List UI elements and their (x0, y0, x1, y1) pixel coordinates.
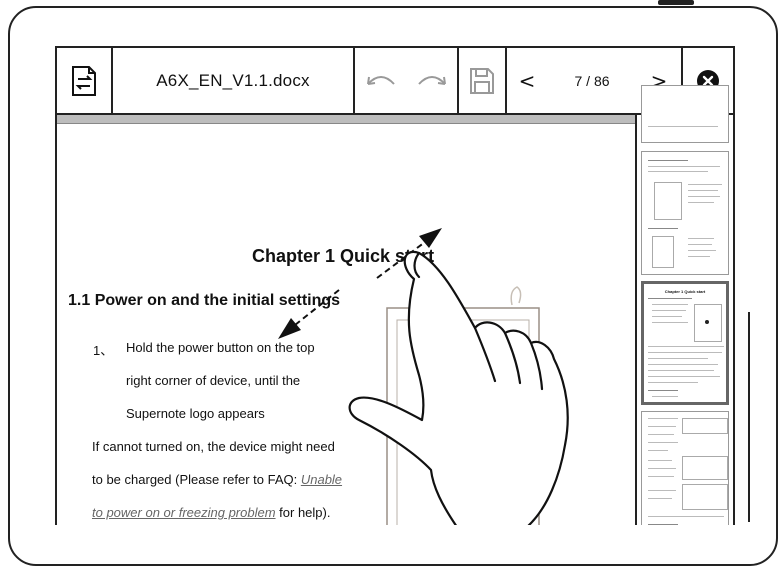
chapter-title: Chapter 1 Quick start (252, 246, 435, 266)
toolbar: A6X_EN_V1.1.docx < 7 / 86 > (57, 46, 733, 115)
page-indicator-cell[interactable]: 7 / 86 (547, 48, 637, 113)
device-side-edge (748, 312, 750, 522)
page-indicator: 7 / 86 (574, 72, 610, 89)
gesture-illustration: SU NO (278, 228, 569, 525)
device-sketch (386, 286, 540, 525)
prev-page-button[interactable]: < (507, 48, 547, 113)
step-line: right corner of device, until the (126, 373, 301, 388)
chevron-left-icon: < (518, 68, 536, 93)
document-page[interactable]: Chapter 1 Quick start 1.1 Power on and t… (57, 115, 635, 525)
section-title: 1.1 Power on and the initial settings (68, 292, 341, 309)
undo-button[interactable] (355, 48, 407, 113)
page-thumbnails: Chapter 1 Quick start (635, 85, 733, 525)
supernote-logo-mark: NO (456, 396, 468, 405)
save-button[interactable] (459, 48, 507, 113)
thumbnail[interactable] (641, 85, 729, 143)
save-icon (470, 67, 494, 94)
thumbnail-current[interactable]: Chapter 1 Quick start (641, 281, 729, 405)
device-power-button (658, 0, 694, 5)
step-line: Hold the power button on the top (126, 340, 315, 355)
convert-icon (72, 65, 96, 96)
page-top-margin (57, 115, 635, 123)
page-top-divider (57, 123, 635, 124)
undo-icon (367, 75, 395, 85)
redo-button[interactable] (407, 48, 459, 113)
file-title: A6X_EN_V1.1.docx (156, 70, 310, 90)
paragraph-line: If cannot turned on, the device might ne… (92, 439, 335, 454)
swipe-arrows (278, 228, 442, 339)
redo-icon (418, 75, 446, 85)
screen: A6X_EN_V1.1.docx < 7 / 86 > Chapter 1 Qu… (55, 46, 735, 525)
faq-link[interactable]: to power on or freezing problem (92, 505, 276, 520)
convert-button[interactable] (57, 48, 113, 113)
thumbnail-title: Chapter 1 Quick start (664, 289, 706, 294)
paragraph-text: for help). (275, 505, 331, 520)
step-number: 1、 (93, 343, 114, 358)
step-line: Supernote logo appears (126, 406, 265, 421)
thumbnail[interactable] (641, 151, 729, 275)
thumbnail[interactable] (641, 411, 729, 525)
hand-gesture (348, 250, 569, 525)
file-title-cell: A6X_EN_V1.1.docx (113, 48, 355, 113)
faq-link[interactable]: Unable (301, 472, 342, 487)
paragraph-line: to power on or freezing problem for help… (92, 505, 330, 520)
supernote-logo-mark: SU (456, 387, 467, 396)
paragraph-line: to be charged (Please refer to FAQ: Unab… (92, 472, 342, 487)
paragraph-text: to be charged (Please refer to FAQ: (92, 472, 301, 487)
